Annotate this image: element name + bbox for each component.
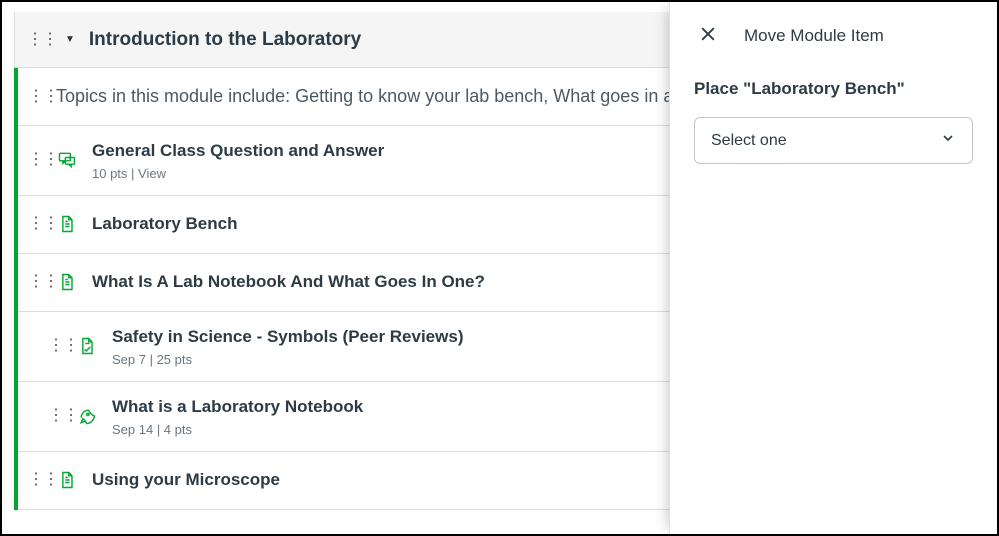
drag-handle-icon[interactable]: ⋮⋮ — [28, 274, 42, 290]
item-title: Safety in Science - Symbols (Peer Review… — [112, 326, 463, 349]
move-item-panel: Move Module Item Place "Laboratory Bench… — [669, 2, 997, 534]
panel-title: Move Module Item — [744, 26, 884, 46]
page-icon — [56, 272, 78, 292]
item-title: Using your Microscope — [92, 469, 280, 492]
page-icon — [56, 470, 78, 490]
drag-handle-icon[interactable]: ⋮⋮ — [28, 472, 42, 488]
item-title: What is a Laboratory Notebook — [112, 396, 363, 419]
drag-handle-icon[interactable]: ⋮⋮ — [48, 408, 62, 424]
drag-handle-icon[interactable]: ⋮⋮ — [28, 89, 42, 105]
item-title: General Class Question and Answer — [92, 140, 384, 163]
item-title: Laboratory Bench — [92, 213, 237, 236]
chevron-down-icon — [940, 130, 956, 151]
collapse-caret-icon[interactable]: ▼ — [65, 34, 75, 45]
drag-handle-icon[interactable]: ⋮⋮ — [48, 338, 62, 354]
discussion-icon — [56, 150, 78, 170]
item-title: What Is A Lab Notebook And What Goes In … — [92, 271, 485, 294]
place-label: Place "Laboratory Bench" — [694, 79, 973, 99]
assignment-icon — [76, 336, 98, 356]
item-meta: Sep 14 | 4 pts — [112, 422, 363, 437]
item-meta: Sep 7 | 25 pts — [112, 352, 463, 367]
placement-select[interactable]: Select one — [694, 117, 973, 164]
drag-handle-icon[interactable]: ⋮⋮ — [28, 152, 42, 168]
page-icon — [56, 214, 78, 234]
quiz-icon — [76, 406, 98, 426]
drag-handle-icon[interactable]: ⋮⋮ — [27, 32, 57, 48]
module-title: Introduction to the Laboratory — [89, 29, 361, 51]
close-icon — [698, 32, 718, 47]
close-button[interactable] — [694, 20, 722, 51]
item-meta: 10 pts | View — [92, 166, 384, 181]
select-placeholder: Select one — [711, 132, 787, 150]
drag-handle-icon[interactable]: ⋮⋮ — [28, 216, 42, 232]
